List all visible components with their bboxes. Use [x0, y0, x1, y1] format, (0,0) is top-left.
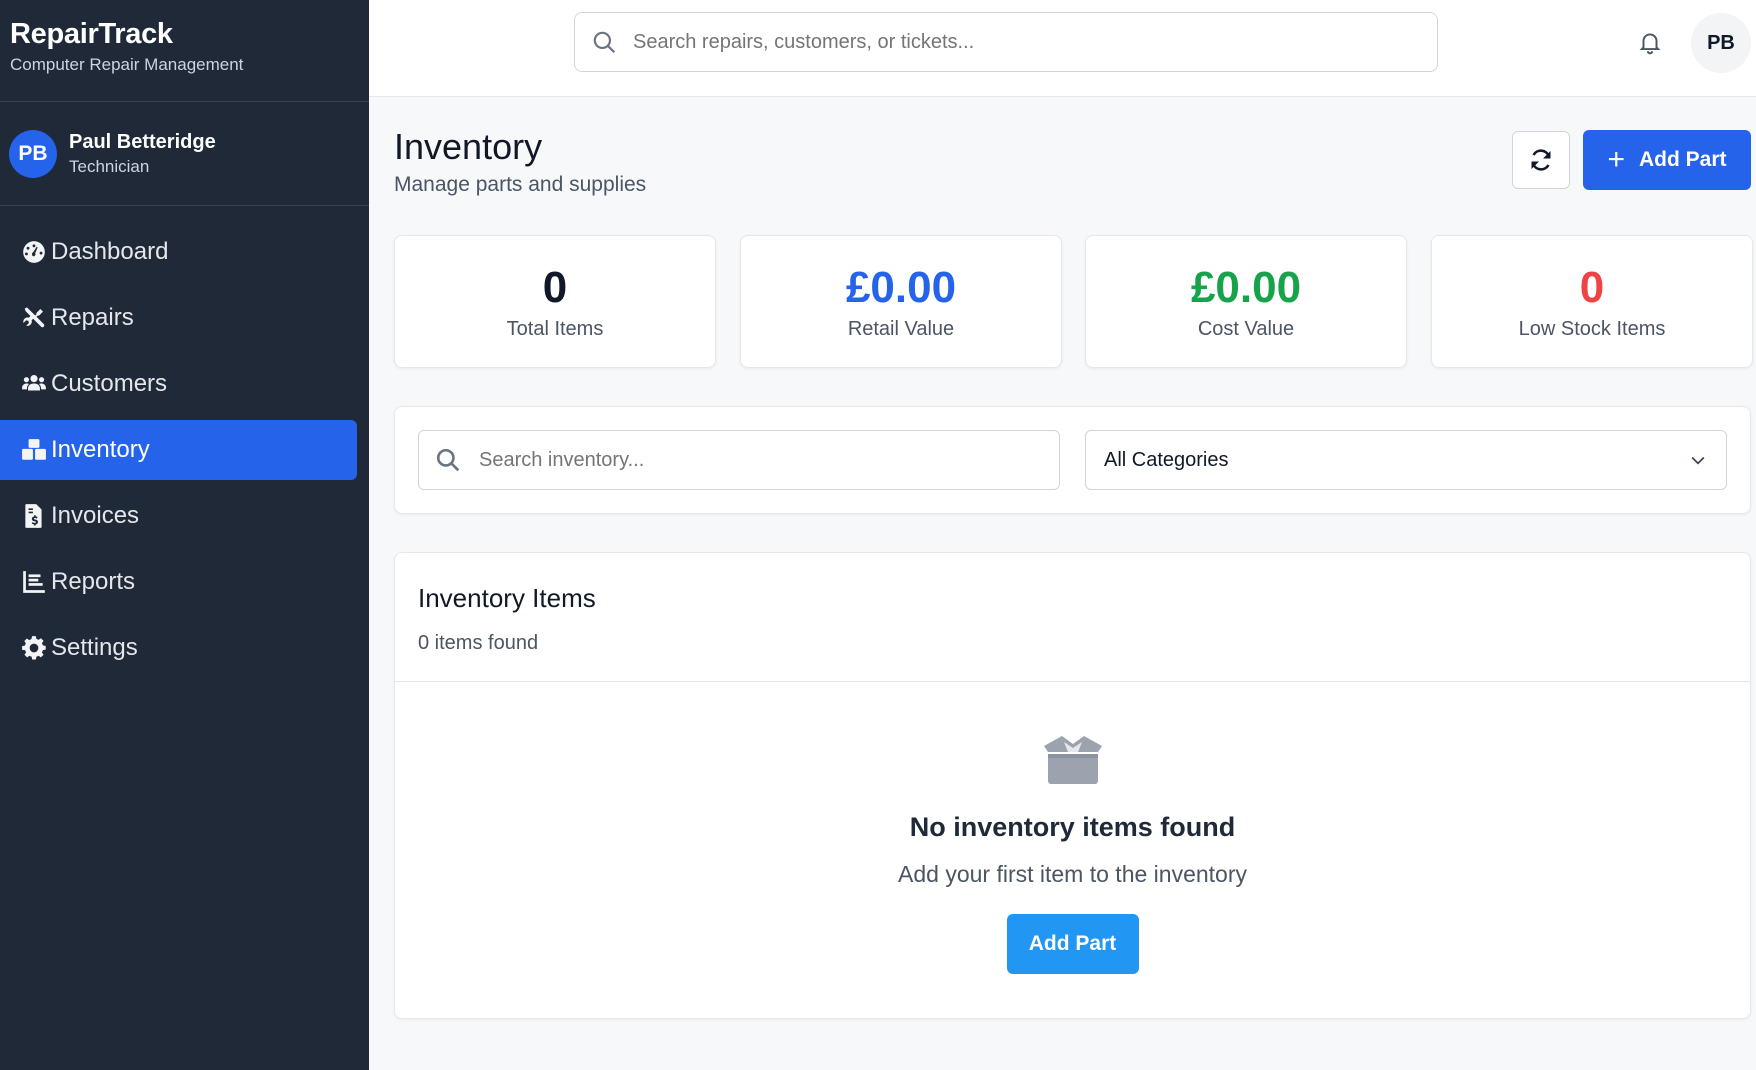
sidebar-nav: Dashboard Repairs Customers Inventory In… [0, 206, 369, 678]
category-selected: All Categories [1104, 448, 1229, 471]
empty-subtitle: Add your first item to the inventory [898, 861, 1247, 887]
inventory-search-input[interactable] [479, 448, 1039, 472]
sidebar-item-dashboard[interactable]: Dashboard [0, 222, 357, 282]
items-title: Inventory Items [418, 583, 596, 613]
stat-cost-value: £0.00 Cost Value [1085, 235, 1407, 368]
empty-title: No inventory items found [909, 812, 1236, 842]
empty-add-part-button[interactable]: Add Part [1006, 914, 1139, 974]
items-header: Inventory Items 0 items found [395, 553, 1750, 682]
sidebar-item-reports[interactable]: Reports [0, 552, 357, 612]
tools-icon [20, 304, 48, 332]
chevron-down-icon [1691, 456, 1705, 465]
sidebar-item-repairs[interactable]: Repairs [0, 288, 357, 348]
search-icon [593, 31, 616, 54]
empty-state: No inventory items found Add your first … [395, 734, 1750, 974]
stat-label: Total Items [506, 318, 604, 341]
refresh-icon [1531, 149, 1551, 171]
search-icon [436, 448, 460, 472]
plus-icon: + [1607, 143, 1625, 176]
stat-label: Retail Value [847, 318, 955, 341]
inventory-items-card: Inventory Items 0 items found No invento… [394, 552, 1751, 1019]
users-icon [20, 370, 48, 398]
sidebar: RepairTrack Computer Repair Management P… [0, 0, 369, 1070]
open-box-icon [1040, 734, 1106, 786]
sidebar-item-label: Invoices [51, 502, 140, 529]
gear-icon [20, 634, 48, 662]
brand: RepairTrack Computer Repair Management [0, 0, 369, 102]
page-subtitle: Manage parts and supplies [394, 173, 647, 196]
stat-value: 0 [542, 263, 568, 312]
items-count: 0 items found [418, 632, 539, 654]
stat-value: 0 [1579, 263, 1605, 312]
sidebar-item-label: Reports [51, 568, 136, 595]
chart-icon [20, 568, 48, 596]
category-select[interactable]: All Categories [1085, 430, 1727, 490]
add-part-label: Add Part [1639, 148, 1727, 171]
sidebar-item-settings[interactable]: Settings [0, 618, 357, 678]
filter-card: All Categories [394, 406, 1751, 514]
stat-value: £0.00 [1190, 263, 1302, 312]
boxes-icon [20, 436, 48, 464]
sidebar-item-label: Settings [51, 634, 138, 661]
stat-retail-value: £0.00 Retail Value [740, 235, 1062, 368]
sidebar-item-label: Inventory [51, 436, 150, 463]
stat-low-stock: 0 Low Stock Items [1431, 235, 1753, 368]
account-avatar[interactable]: PB [1691, 13, 1751, 73]
page-title: Inventory [394, 126, 543, 167]
stat-value: £0.00 [845, 263, 957, 312]
inventory-search[interactable] [418, 430, 1060, 490]
user-profile: PB Paul Betteridge Technician [0, 102, 369, 206]
sidebar-item-label: Customers [51, 370, 168, 397]
sidebar-item-label: Dashboard [51, 238, 169, 265]
global-search-input[interactable] [633, 30, 1413, 54]
notifications-bell[interactable] [1637, 28, 1665, 58]
sidebar-item-invoices[interactable]: Invoices [0, 486, 357, 546]
stat-label: Cost Value [1197, 318, 1295, 341]
invoice-icon [20, 502, 48, 530]
stat-label: Low Stock Items [1518, 318, 1666, 341]
dashboard-icon [20, 238, 48, 266]
add-part-button[interactable]: + Add Part [1583, 130, 1751, 190]
user-avatar: PB [9, 129, 57, 178]
app-subtitle: Computer Repair Management [10, 55, 244, 74]
sidebar-item-inventory[interactable]: Inventory [0, 420, 357, 480]
sidebar-item-label: Repairs [51, 304, 134, 331]
stat-total-items: 0 Total Items [394, 235, 716, 368]
user-name: Paul Betteridge [69, 130, 216, 153]
app-title: RepairTrack [10, 18, 173, 50]
sidebar-item-customers[interactable]: Customers [0, 354, 357, 414]
refresh-button[interactable] [1512, 131, 1570, 189]
top-bar: PB [369, 0, 1756, 97]
user-role: Technician [69, 156, 150, 176]
bell-icon [1639, 33, 1661, 55]
global-search[interactable] [574, 12, 1438, 72]
